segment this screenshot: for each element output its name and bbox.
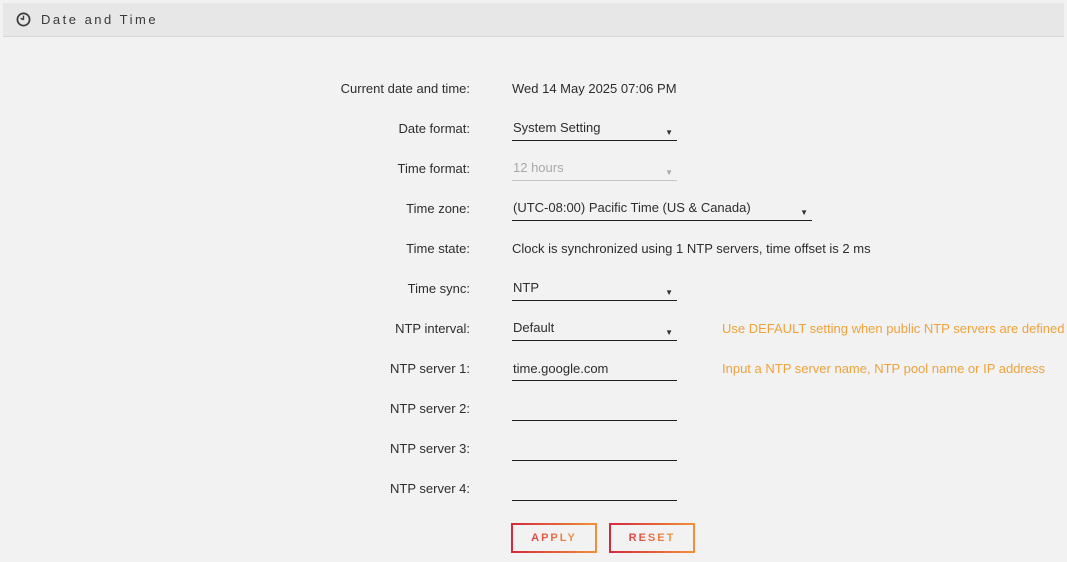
row-time-sync: Time sync: NTP ▼ xyxy=(0,273,1067,313)
time-sync-selected-value: NTP xyxy=(513,280,539,295)
ntp-interval-selected-value: Default xyxy=(513,320,554,335)
ntp-server-4-label: NTP server 4: xyxy=(0,473,470,496)
ntp-interval-select[interactable]: Default ▼ xyxy=(512,313,677,341)
time-state-value: Clock is synchronized using 1 NTP server… xyxy=(512,233,871,256)
row-date-format: Date format: System Setting ▼ xyxy=(0,113,1067,153)
chevron-down-icon: ▼ xyxy=(665,325,673,341)
ntp-interval-label: NTP interval: xyxy=(0,313,470,336)
time-zone-selected-value: (UTC-08:00) Pacific Time (US & Canada) xyxy=(513,200,751,215)
date-time-form: Current date and time: Wed 14 May 2025 0… xyxy=(0,37,1067,553)
reset-button[interactable]: RESET xyxy=(609,523,695,553)
ntp-server-4-input[interactable] xyxy=(512,473,677,501)
row-ntp-server-4: NTP server 4: xyxy=(0,473,1067,513)
row-ntp-server-3: NTP server 3: xyxy=(0,433,1067,473)
time-format-label: Time format: xyxy=(0,153,470,176)
ntp-server-1-hint: Input a NTP server name, NTP pool name o… xyxy=(722,353,1045,376)
time-format-selected-value: 12 hours xyxy=(513,160,564,175)
ntp-server-3-label: NTP server 3: xyxy=(0,433,470,456)
apply-button-label: APPLY xyxy=(531,532,577,544)
ntp-server-2-label: NTP server 2: xyxy=(0,393,470,416)
page-header: Date and Time xyxy=(3,3,1064,37)
row-ntp-server-2: NTP server 2: xyxy=(0,393,1067,433)
row-time-format: Time format: 12 hours ▼ xyxy=(0,153,1067,193)
chevron-down-icon: ▼ xyxy=(665,285,673,301)
reset-button-label: RESET xyxy=(629,532,676,544)
ntp-server-3-input[interactable] xyxy=(512,433,677,461)
date-format-label: Date format: xyxy=(0,113,470,136)
apply-button[interactable]: APPLY xyxy=(511,523,597,553)
time-zone-select[interactable]: (UTC-08:00) Pacific Time (US & Canada) ▼ xyxy=(512,193,812,221)
chevron-down-icon: ▼ xyxy=(800,205,808,221)
row-current-datetime: Current date and time: Wed 14 May 2025 0… xyxy=(0,73,1067,113)
row-ntp-server-1: NTP server 1: Input a NTP server name, N… xyxy=(0,353,1067,393)
date-format-selected-value: System Setting xyxy=(513,120,600,135)
row-ntp-interval: NTP interval: Default ▼ Use DEFAULT sett… xyxy=(0,313,1067,353)
row-time-zone: Time zone: (UTC-08:00) Pacific Time (US … xyxy=(0,193,1067,233)
chevron-down-icon: ▼ xyxy=(665,125,673,141)
ntp-server-1-label: NTP server 1: xyxy=(0,353,470,376)
ntp-interval-hint: Use DEFAULT setting when public NTP serv… xyxy=(722,313,1065,336)
page-title: Date and Time xyxy=(41,12,158,27)
ntp-server-2-input[interactable] xyxy=(512,393,677,421)
time-zone-label: Time zone: xyxy=(0,193,470,216)
form-actions: APPLY RESET xyxy=(0,523,1067,553)
row-time-state: Time state: Clock is synchronized using … xyxy=(0,233,1067,273)
current-datetime-value: Wed 14 May 2025 07:06 PM xyxy=(512,73,677,96)
clock-icon xyxy=(16,12,31,27)
date-format-select[interactable]: System Setting ▼ xyxy=(512,113,677,141)
time-sync-label: Time sync: xyxy=(0,273,470,296)
time-state-label: Time state: xyxy=(0,233,470,256)
ntp-server-1-input[interactable] xyxy=(512,353,677,381)
current-datetime-label: Current date and time: xyxy=(0,73,470,96)
chevron-down-icon: ▼ xyxy=(665,165,673,181)
time-sync-select[interactable]: NTP ▼ xyxy=(512,273,677,301)
time-format-select: 12 hours ▼ xyxy=(512,153,677,181)
